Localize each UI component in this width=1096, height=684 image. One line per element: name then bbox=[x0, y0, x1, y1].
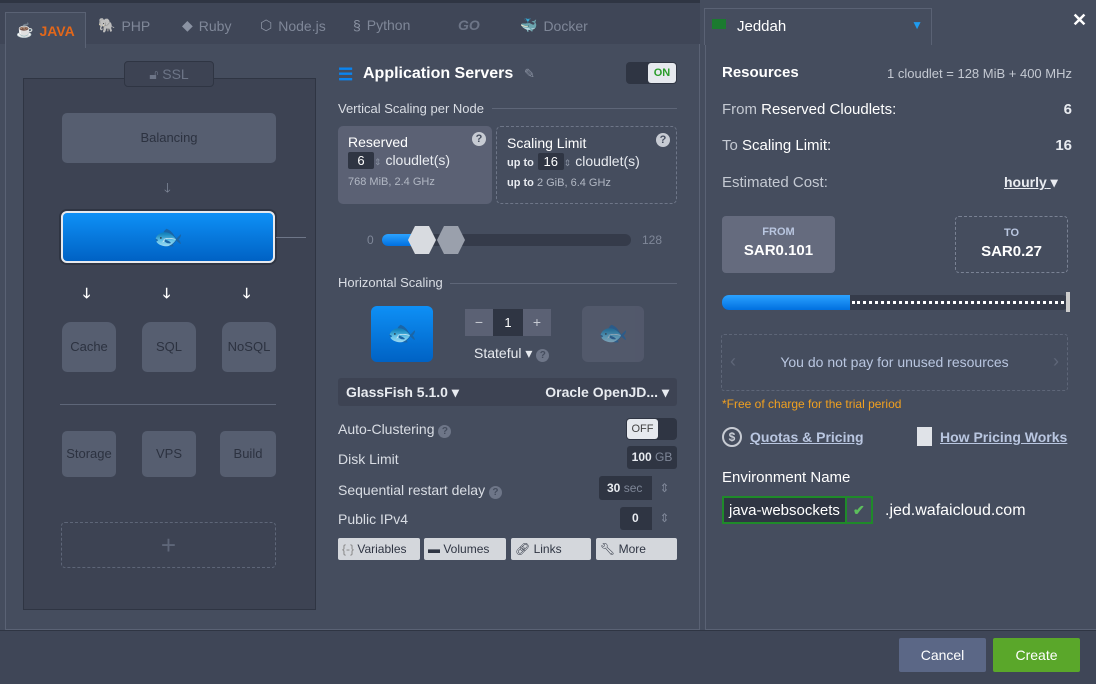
vertical-scaling-label: Vertical Scaling per Node bbox=[338, 101, 484, 116]
volumes-button[interactable]: ▬ Volumes bbox=[424, 538, 506, 560]
chevron-down-icon: ▼ bbox=[911, 18, 923, 32]
link-icon: 🔗︎ bbox=[515, 542, 531, 556]
ssl-toggle[interactable]: 🔓︎ SSL bbox=[124, 61, 214, 87]
docker-icon: 🐳 bbox=[520, 17, 538, 33]
tab-go[interactable]: GO bbox=[458, 17, 480, 33]
tab-java[interactable]: ☕ JAVA bbox=[5, 12, 86, 48]
stateful-dropdown[interactable]: Stateful ▾ ? bbox=[474, 345, 550, 362]
glassfish-node-icon[interactable]: 🐟 bbox=[371, 306, 433, 362]
close-icon[interactable]: ✕ bbox=[1072, 10, 1087, 31]
cancel-button[interactable]: Cancel bbox=[899, 638, 986, 672]
php-icon: 🐘 bbox=[98, 17, 116, 33]
cache-block[interactable]: Cache bbox=[62, 322, 116, 372]
engine-tabs: ☕ JAVA 🐘 PHP ◆ Ruby ⬡ Node.js § Python GO 🐳 Do… bbox=[0, 0, 700, 48]
create-button[interactable]: Create bbox=[993, 638, 1080, 672]
edit-icon[interactable]: ✎ bbox=[524, 66, 535, 82]
price-range-fill bbox=[722, 295, 850, 310]
nodejs-icon: ⬡ bbox=[260, 17, 273, 33]
tab-docker[interactable]: 🐳 Docker bbox=[520, 17, 588, 34]
server-dropdown[interactable]: GlassFish 5.1.0 ▾ bbox=[346, 384, 459, 401]
info-carousel: ‹ You do not pay for unused resources › bbox=[721, 334, 1068, 391]
tab-ruby[interactable]: ◆ Ruby bbox=[182, 17, 231, 34]
tab-php[interactable]: 🐘 PHP bbox=[98, 17, 150, 34]
more-button[interactable]: 🔧︎ More bbox=[596, 538, 677, 560]
go-icon: GO bbox=[458, 17, 480, 33]
increment-button[interactable]: + bbox=[523, 309, 551, 336]
tab-python[interactable]: § Python bbox=[353, 17, 410, 33]
app-server-block[interactable]: 🐟 bbox=[61, 211, 275, 263]
add-layer-button[interactable]: + bbox=[61, 522, 276, 568]
arrow-down-icon: 🡓 bbox=[164, 180, 171, 195]
variables-button[interactable]: {-} Variables bbox=[338, 538, 420, 560]
divider bbox=[492, 108, 677, 109]
links-button[interactable]: 🔗︎ Links bbox=[511, 538, 591, 560]
balancing-block[interactable]: Balancing bbox=[62, 113, 276, 163]
vps-block[interactable]: VPS bbox=[142, 431, 196, 477]
tab-nodejs[interactable]: ⬡ Node.js bbox=[260, 17, 326, 34]
jdk-dropdown[interactable]: Oracle OpenJD... ▾ bbox=[545, 384, 669, 401]
stepper-icon[interactable]: ⇕ bbox=[652, 476, 677, 500]
add-node-icon[interactable]: 🐟 bbox=[582, 306, 644, 362]
stepper-icon[interactable]: ⇕ bbox=[652, 507, 677, 530]
storage-block[interactable]: Storage bbox=[62, 431, 116, 477]
ruby-icon: ◆ bbox=[182, 17, 193, 33]
how-pricing-works-link[interactable]: How Pricing Works bbox=[940, 429, 1067, 445]
restart-delay-input[interactable]: 30 sec ⇕ bbox=[599, 476, 677, 500]
chevron-right-icon[interactable]: › bbox=[1053, 351, 1059, 372]
node-count-stepper[interactable]: − 1 + bbox=[465, 309, 551, 336]
ipv4-input[interactable]: 0 ⇕ bbox=[620, 507, 677, 530]
sql-block[interactable]: SQL bbox=[142, 322, 196, 372]
region-selector[interactable]: Jeddah ▼ bbox=[704, 8, 932, 45]
disk-limit-input[interactable]: 100 GB bbox=[627, 446, 677, 469]
horizontal-scaling-label: Horizontal Scaling bbox=[338, 275, 443, 290]
scaling-limit-box: Scaling Limit up to 16 ⇕ cloudlet(s) up t… bbox=[496, 126, 677, 204]
quotas-pricing-link[interactable]: Quotas & Pricing bbox=[750, 429, 864, 445]
decrement-button[interactable]: − bbox=[465, 309, 493, 336]
help-icon[interactable]: ? bbox=[472, 132, 486, 146]
build-block[interactable]: Build bbox=[220, 431, 276, 477]
braces-icon: {-} bbox=[342, 542, 355, 556]
env-name-input[interactable]: java-websockets ✔ bbox=[722, 496, 873, 524]
nosql-block[interactable]: NoSQL bbox=[222, 322, 276, 372]
arrow-down-icon: 🡓 bbox=[163, 285, 171, 301]
menu-icon[interactable]: ☰ bbox=[338, 65, 353, 85]
stepper-icon[interactable]: ⇕ bbox=[374, 157, 382, 167]
on-toggle[interactable]: ON bbox=[626, 62, 677, 84]
price-from-box: FROM SAR0.101 bbox=[722, 216, 835, 273]
java-icon: ☕ bbox=[16, 22, 34, 38]
reserved-input[interactable]: 6 bbox=[348, 152, 374, 169]
dollar-icon: $ bbox=[722, 427, 742, 447]
app-title: Application Servers bbox=[363, 65, 514, 82]
arrow-down-icon: 🡓 bbox=[243, 285, 251, 301]
divider bbox=[60, 404, 276, 405]
cost-period-dropdown[interactable]: hourly ▾ bbox=[1004, 174, 1058, 191]
glassfish-icon: 🐟 bbox=[153, 223, 183, 251]
wrench-icon: 🔧︎ bbox=[600, 542, 616, 556]
server-version-selector[interactable]: GlassFish 5.1.0 ▾ Oracle OpenJD... ▾ bbox=[338, 378, 677, 406]
limit-input[interactable]: 16 bbox=[537, 153, 564, 170]
saudi-flag-icon bbox=[712, 19, 726, 29]
help-icon[interactable]: ? bbox=[488, 486, 502, 499]
check-icon: ✔ bbox=[844, 498, 871, 522]
document-icon bbox=[917, 427, 932, 446]
folder-icon: ▬ bbox=[428, 542, 440, 556]
arrow-down-icon: 🡓 bbox=[83, 285, 91, 301]
reserved-box: Reserved 6 ⇕ cloudlet(s) 768 MiB, 2.4 GHz… bbox=[338, 126, 492, 204]
connector bbox=[276, 237, 306, 238]
price-range-dots bbox=[852, 301, 1064, 304]
help-icon[interactable]: ? bbox=[536, 349, 550, 362]
divider bbox=[450, 283, 677, 284]
reserved-title: Reserved bbox=[348, 134, 408, 150]
auto-clustering-toggle[interactable]: OFF bbox=[626, 418, 677, 440]
stepper-icon[interactable]: ⇕ bbox=[564, 158, 572, 168]
price-to-box: TO SAR0.27 bbox=[955, 216, 1068, 273]
help-icon[interactable]: ? bbox=[656, 133, 670, 147]
help-icon[interactable]: ? bbox=[438, 425, 452, 438]
chevron-down-icon: ▾ bbox=[1050, 174, 1058, 190]
price-range-end bbox=[1066, 292, 1070, 312]
unlock-icon: 🔓︎ bbox=[149, 66, 159, 82]
python-icon: § bbox=[353, 17, 361, 33]
